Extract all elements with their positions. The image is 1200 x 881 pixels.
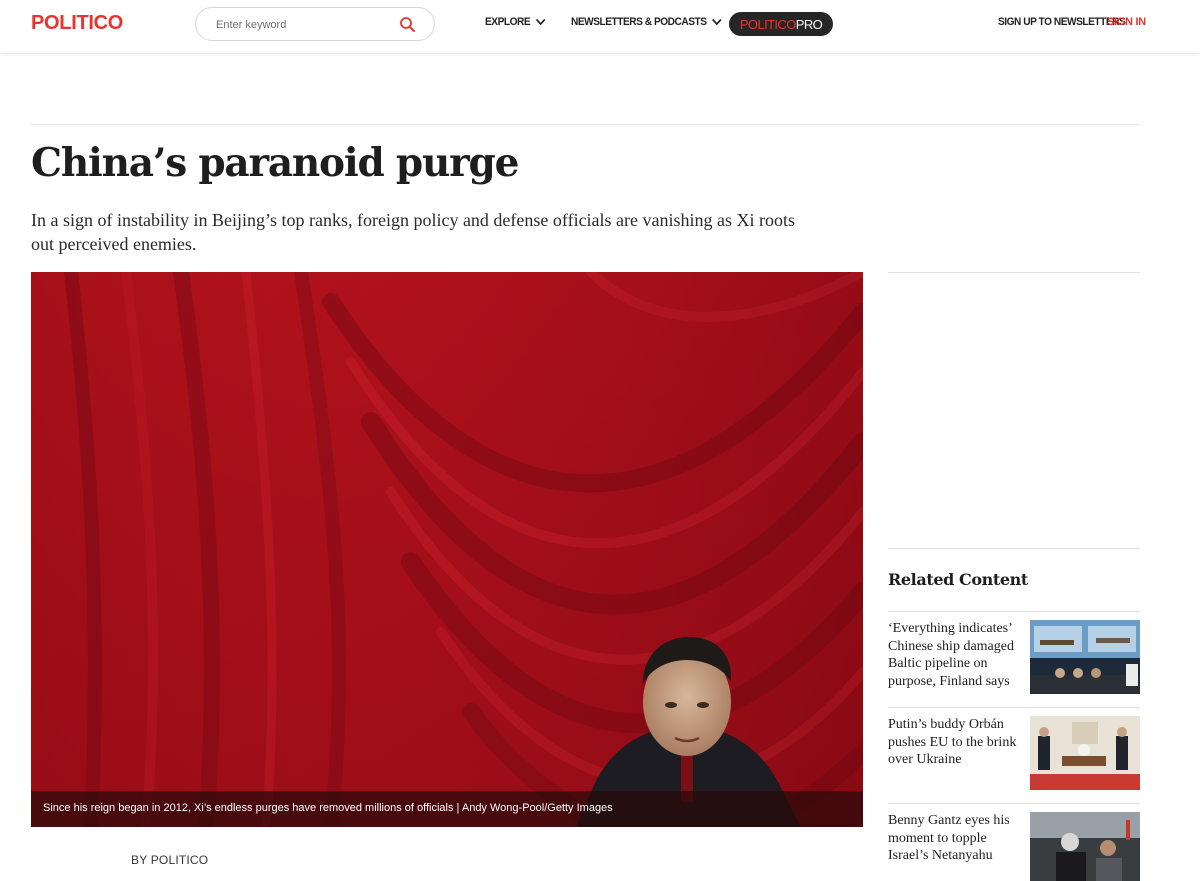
image-caption: Since his reign began in 2012, Xi’s endl… [43, 802, 613, 814]
pro-logo-pro: PRO [795, 16, 823, 32]
politico-logo[interactable]: POLITICO [31, 12, 123, 35]
red-curtain-photo [31, 272, 863, 827]
related-content-title: Related Content [888, 570, 1028, 589]
divider [31, 124, 1140, 125]
nav-newsletters-podcasts[interactable]: NEWSLETTERS & PODCASTS [571, 16, 722, 28]
related-thumbnail[interactable] [1030, 620, 1140, 694]
search-box [195, 7, 435, 41]
nav-explore[interactable]: EXPLORE [485, 16, 546, 28]
hero-image: Since his reign began in 2012, Xi’s endl… [31, 272, 863, 827]
sidebar-divider [888, 272, 1140, 273]
related-thumbnail[interactable] [1030, 812, 1140, 881]
related-headline[interactable]: Benny Gantz eyes his moment to topple Is… [888, 812, 1024, 865]
chevron-down-icon [712, 18, 722, 26]
sidebar-divider [888, 548, 1140, 549]
politico-pro-button[interactable]: POLITICO PRO [729, 12, 833, 36]
related-item[interactable]: ‘Everything indicates’ Chinese ship dama… [888, 612, 1140, 694]
search-icon[interactable] [399, 16, 416, 33]
nav-explore-label: EXPLORE [485, 16, 531, 28]
related-headline[interactable]: ‘Everything indicates’ Chinese ship dama… [888, 620, 1024, 690]
chevron-down-icon [536, 18, 546, 26]
related-thumbnail[interactable] [1030, 716, 1140, 790]
related-item[interactable]: Benny Gantz eyes his moment to topple Is… [888, 804, 1140, 881]
pro-logo-politico: POLITICO [739, 16, 796, 32]
article-headline: China’s paranoid purge [31, 140, 519, 186]
related-headline[interactable]: Putin’s buddy Orbán pushes EU to the bri… [888, 716, 1024, 769]
nav-newsletters-label: NEWSLETTERS & PODCASTS [571, 16, 707, 28]
byline: BY POLITICO [131, 853, 209, 867]
article-dek: In a sign of instability in Beijing’s to… [31, 210, 796, 254]
search-input[interactable] [216, 16, 396, 34]
site-header: POLITICO EXPLORE NEWSLETTERS & PODCASTS … [0, 0, 1200, 53]
image-caption-bar: Since his reign began in 2012, Xi’s endl… [31, 791, 863, 827]
related-item[interactable]: Putin’s buddy Orbán pushes EU to the bri… [888, 708, 1140, 790]
signin-link[interactable]: SIGN IN [1107, 16, 1146, 28]
